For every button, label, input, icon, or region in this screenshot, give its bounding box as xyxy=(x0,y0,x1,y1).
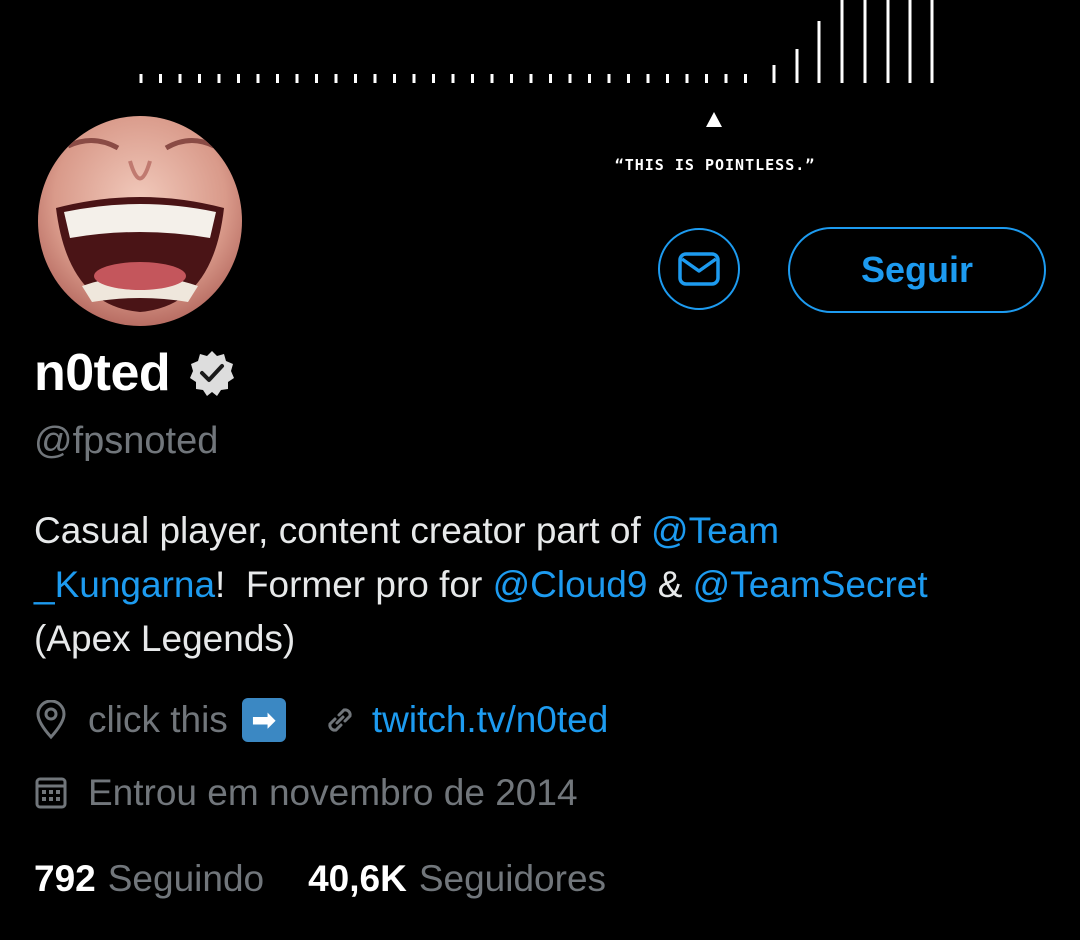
link-icon xyxy=(322,702,358,738)
display-name: n0ted xyxy=(34,344,171,402)
joined-date-text: Entrou em novembro de 2014 xyxy=(88,772,578,813)
location-text: click this xyxy=(88,699,228,740)
followers-stat[interactable]: 40,6K Seguidores xyxy=(308,858,606,900)
bio: Casual player, content creator part of @… xyxy=(34,504,1044,666)
mention-team-kungarna-cont[interactable]: _Kungarna xyxy=(34,564,215,605)
website-link-group[interactable]: twitch.tv/n0ted xyxy=(322,699,609,741)
meta-joined-row: Entrou em novembro de 2014 xyxy=(34,772,578,814)
bio-line-3: (Apex Legends) xyxy=(34,618,296,659)
mention-cloud9[interactable]: @Cloud9 xyxy=(493,564,648,605)
banner-quote: “THIS IS POINTLESS.” xyxy=(614,156,816,174)
location-pin-icon xyxy=(34,700,68,740)
followers-count: 40,6K xyxy=(308,858,407,899)
bio-text: & xyxy=(647,564,693,605)
website-link[interactable]: twitch.tv/n0ted xyxy=(372,699,609,741)
bio-line-2: _Kungarna! Former pro for @Cloud9 & @Tea… xyxy=(34,558,1044,612)
following-count: 792 xyxy=(34,858,96,899)
verified-badge-icon[interactable] xyxy=(188,349,236,402)
followers-label: Seguidores xyxy=(418,858,607,899)
follow-button[interactable]: Seguir xyxy=(788,227,1046,313)
display-name-row: n0ted xyxy=(34,340,236,406)
user-handle: @fpsnoted xyxy=(34,420,219,462)
bio-line-1: Casual player, content creator part of @… xyxy=(34,504,1044,558)
banner-marker-triangle-icon xyxy=(706,112,722,127)
calendar-icon xyxy=(34,776,68,810)
mention-team-kungarna[interactable]: @Team xyxy=(651,510,779,551)
avatar[interactable] xyxy=(38,116,242,326)
following-stat[interactable]: 792 Seguindo xyxy=(34,858,264,900)
bio-text: ! Former pro for xyxy=(215,564,493,605)
mail-icon xyxy=(678,252,720,286)
mention-teamsecret[interactable]: @TeamSecret xyxy=(693,564,928,605)
bio-text: Casual player, content creator part of xyxy=(34,510,652,551)
follow-stats: 792 Seguindo 40,6K Seguidores xyxy=(34,858,606,900)
meta-location-row: click this ➡ twitch.tv/n0ted xyxy=(34,698,608,742)
following-label: Seguindo xyxy=(107,858,265,899)
right-arrow-emoji-icon: ➡ xyxy=(241,698,286,742)
message-button[interactable] xyxy=(658,228,740,310)
